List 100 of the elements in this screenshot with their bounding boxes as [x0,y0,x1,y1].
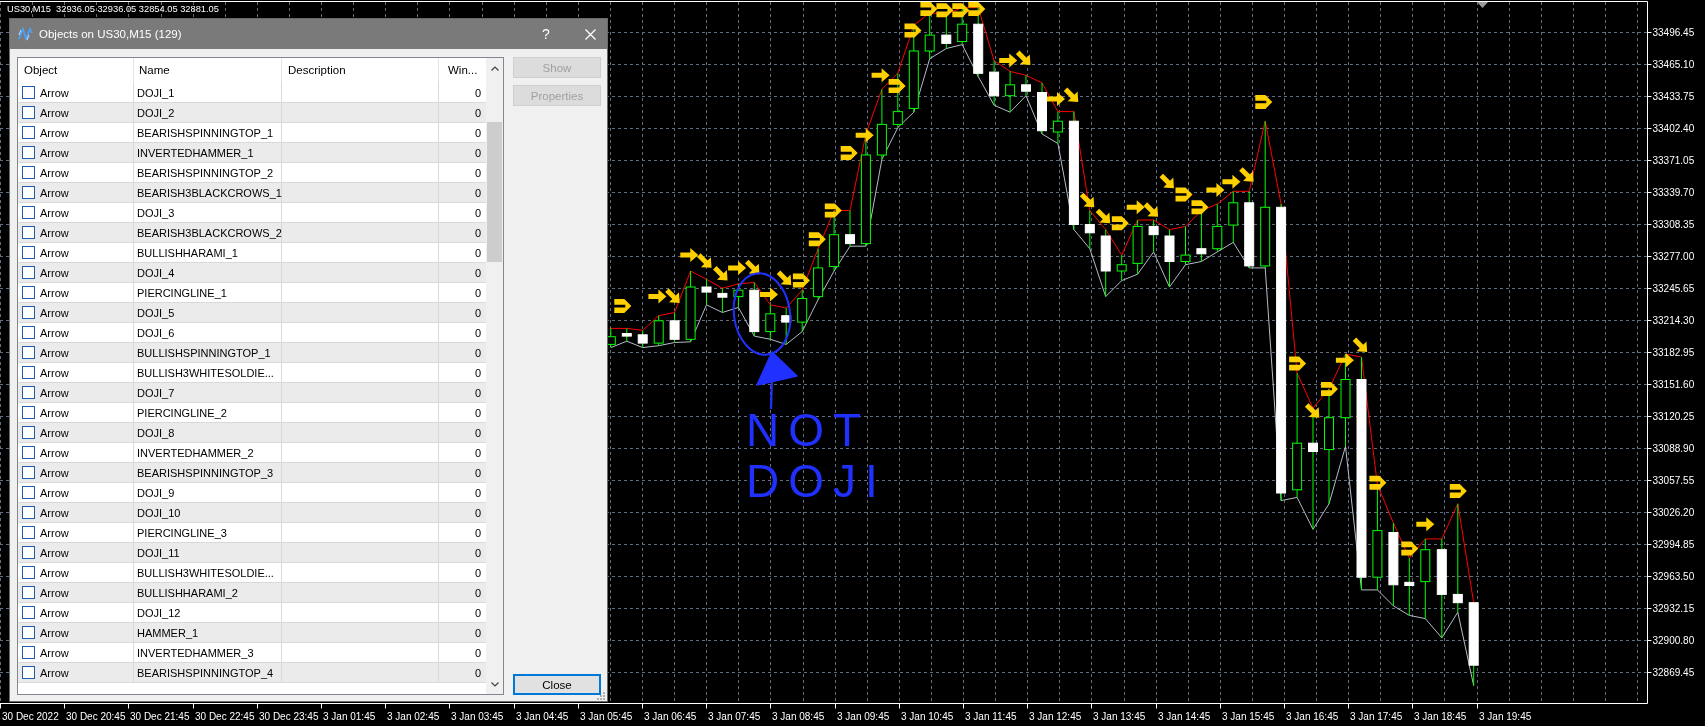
candle [829,210,840,272]
price-label: 33339.70 [1652,187,1695,198]
checkbox[interactable] [22,526,35,539]
checkbox[interactable] [22,226,35,239]
candle [1037,82,1047,135]
table-row[interactable]: Arrow BEARISH3BLACKCROWS_2 0 [18,223,486,243]
price-label: 32932.15 [1652,603,1695,614]
arrowhead-icon [1255,95,1273,109]
checkbox[interactable] [22,626,35,639]
object-type-cell: Arrow [40,206,69,219]
table-row[interactable]: Arrow DOJI_12 0 [18,603,486,623]
checkbox[interactable] [22,146,35,159]
table-row[interactable]: Arrow DOJI_7 0 [18,383,486,403]
table-row[interactable]: Arrow DOJI_2 0 [18,103,486,123]
close-button[interactable]: Close [513,674,601,695]
table-row[interactable]: Arrow BULLISHSPINNINGTOP_1 0 [18,343,486,363]
checkbox[interactable] [22,106,35,119]
arrowhead-icon [904,23,922,38]
checkbox[interactable] [22,426,35,439]
checkbox[interactable] [22,326,35,339]
candle [797,289,808,333]
help-button[interactable]: ? [531,19,561,49]
checkbox[interactable] [22,466,35,479]
checkbox[interactable] [22,266,35,279]
checkbox[interactable] [22,486,35,499]
object-type-cell: Arrow [40,286,69,299]
table-row[interactable]: Arrow INVERTEDHAMMER_2 0 [18,443,486,463]
checkbox[interactable] [22,606,35,619]
table-row[interactable]: Arrow BEARISHSPINNINGTOP_3 0 [18,463,486,483]
checkbox[interactable] [22,546,35,559]
arrowhead-icon [824,203,842,218]
window-cell: 0 [474,226,481,239]
table-row[interactable]: Arrow BULLISH3WHITESOLDIE... 0 [18,563,486,583]
table-row[interactable]: Arrow DOJI_5 0 [18,303,486,323]
table-row[interactable]: Arrow BULLISH3WHITESOLDIE... 0 [18,363,486,383]
table-row[interactable]: Arrow BEARISHSPINNINGTOP_2 0 [18,163,486,183]
table-row[interactable]: Arrow DOJI_4 0 [18,263,486,283]
checkbox[interactable] [22,86,35,99]
checkbox[interactable] [22,126,35,139]
table-row[interactable]: Arrow PIERCINGLINE_2 0 [18,403,486,423]
scrollbar[interactable] [486,58,503,694]
checkbox[interactable] [22,366,35,379]
table-row[interactable]: Arrow BULLISHHARAMI_1 0 [18,243,486,263]
column-header[interactable]: Win... [439,58,486,83]
table-row[interactable]: Arrow INVERTEDHAMMER_3 0 [18,643,486,663]
table-row[interactable]: Arrow BEARISHSPINNINGTOP_4 0 [18,663,486,683]
checkbox[interactable] [22,286,35,299]
candle [1180,225,1191,266]
window-cell: 0 [474,606,481,619]
object-type-cell: Arrow [40,406,69,419]
window-cell: 0 [474,266,481,279]
resize-grip-icon[interactable] [597,692,605,700]
table-row[interactable]: Arrow DOJI_9 0 [18,483,486,503]
object-type-cell: Arrow [40,486,69,499]
checkbox[interactable] [22,346,35,359]
time-label: 3 Jan 16:45 [1286,711,1339,722]
checkbox[interactable] [22,646,35,659]
arrowhead-icon [792,273,810,288]
table-row[interactable]: Arrow DOJI_10 0 [18,503,486,523]
shift-marker-icon[interactable] [1477,2,1488,8]
table-row[interactable]: Arrow BULLISHHARAMI_2 0 [18,583,486,603]
down-right-arrow-icon [1239,167,1254,182]
handwritten-text: DOJI [746,455,887,507]
checkbox[interactable] [22,506,35,519]
scroll-thumb[interactable] [487,122,502,262]
object-type-cell: Arrow [40,646,69,659]
table-row[interactable]: Arrow DOJI_11 0 [18,543,486,563]
table-row[interactable]: Arrow BEARISH3BLACKCROWS_1 0 [18,183,486,203]
checkbox[interactable] [22,306,35,319]
checkbox[interactable] [22,406,35,419]
checkbox[interactable] [22,666,35,679]
close-icon [584,28,596,40]
checkbox[interactable] [22,566,35,579]
table-row[interactable]: Arrow INVERTEDHAMMER_1 0 [18,143,486,163]
candle [892,72,903,129]
object-type-cell: Arrow [40,106,69,119]
checkbox[interactable] [22,446,35,459]
window-cell: 0 [474,446,481,459]
checkbox[interactable] [22,586,35,599]
table-row[interactable]: Arrow PIERCINGLINE_3 0 [18,523,486,543]
chart-header-text: US30,M15 32936.05 32936.05 32854.05 32881.05 [7,3,219,15]
table-row[interactable]: Arrow DOJI_1 0 [18,83,486,103]
right-arrow-icon [680,248,699,263]
checkbox[interactable] [22,166,35,179]
table-row[interactable]: Arrow PIERCINGLINE_1 0 [18,283,486,303]
table-row[interactable]: Arrow DOJI_6 0 [18,323,486,343]
price-label: 33496.45 [1652,27,1695,38]
table-row[interactable]: Arrow DOJI_8 0 [18,423,486,443]
checkbox[interactable] [22,206,35,219]
time-label: 3 Jan 11:45 [965,711,1017,722]
table-row[interactable]: Arrow HAMMER_1 0 [18,623,486,643]
candle [973,7,984,77]
checkbox[interactable] [22,246,35,259]
checkbox[interactable] [22,186,35,199]
object-type-cell: Arrow [40,86,69,99]
table-row[interactable]: Arrow DOJI_3 0 [18,203,486,223]
arrowhead-icon [1289,356,1307,371]
right-arrow-icon [1206,183,1225,198]
checkbox[interactable] [22,386,35,399]
table-row[interactable]: Arrow BEARISHSPINNINGTOP_1 0 [18,123,486,143]
